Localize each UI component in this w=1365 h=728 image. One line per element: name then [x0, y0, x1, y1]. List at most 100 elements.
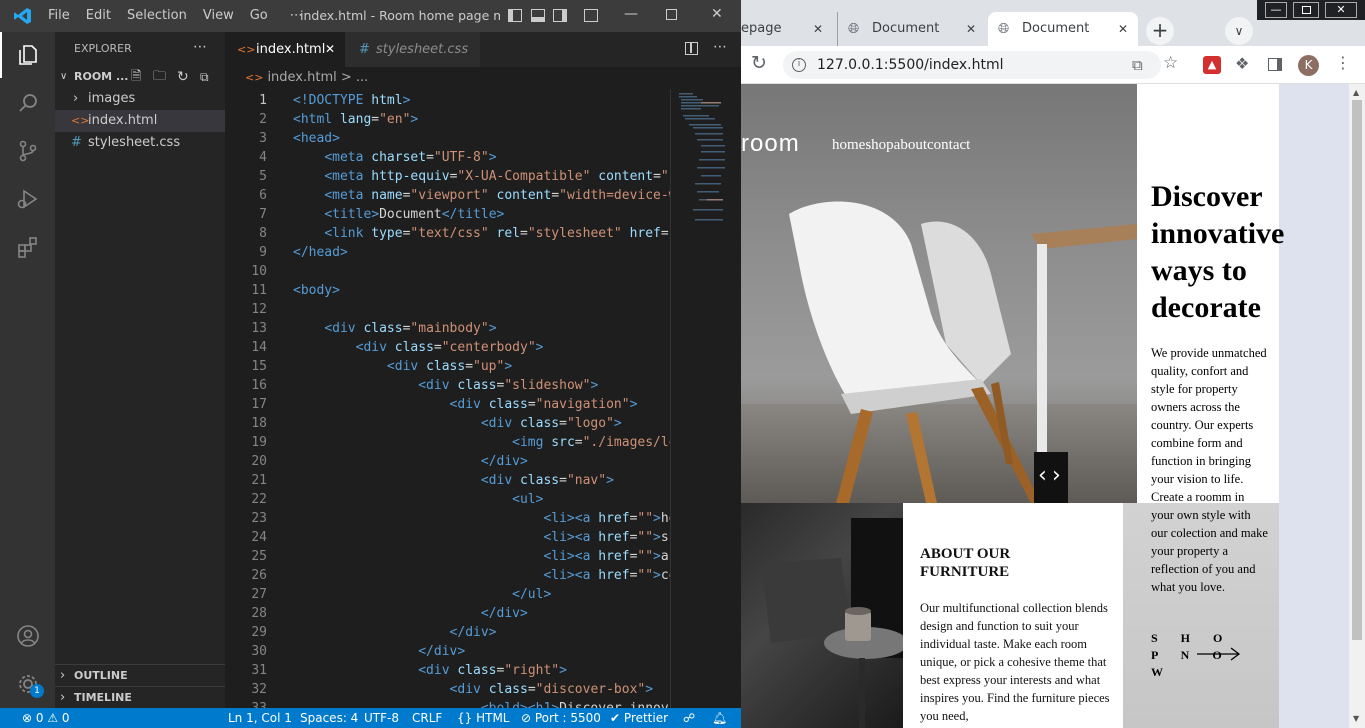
reload-icon[interactable]: ↻: [751, 52, 767, 74]
code-line[interactable]: <meta http-equiv="X-UA-Compatible" conte…: [293, 167, 670, 186]
code-line[interactable]: <img src="./images/lo: [293, 433, 670, 452]
code-line[interactable]: <!DOCTYPE html>: [293, 91, 410, 110]
new-file-icon[interactable]: 🗎: [131, 66, 141, 88]
live-server-port[interactable]: ⊘ Port : 5500: [521, 711, 601, 725]
extensions-puzzle-icon[interactable]: ❖: [1235, 54, 1249, 73]
code-line[interactable]: <div class="discover-box">: [293, 680, 654, 699]
chrome-tab-3-active[interactable]: 🌐︎ Document ✕: [988, 12, 1138, 46]
menu-selection[interactable]: Selection: [119, 8, 195, 23]
minimize-icon[interactable]: —: [1265, 2, 1287, 18]
nav-shop-link[interactable]: shop: [865, 137, 893, 153]
share-icon[interactable]: ⧉: [1132, 51, 1143, 79]
tree-item-images[interactable]: › images: [55, 88, 225, 110]
nav-home-link[interactable]: home: [832, 137, 865, 153]
notifications-bell-icon[interactable]: 🔔︎: [712, 711, 727, 725]
editor-more-button[interactable]: ⋯: [713, 39, 727, 55]
site-logo[interactable]: room: [741, 130, 800, 158]
chrome-tab-2[interactable]: 🌐︎ Document ✕: [837, 12, 985, 46]
new-folder-icon[interactable]: 🗀: [153, 66, 166, 88]
code-line[interactable]: <div class="slideshow">: [293, 376, 598, 395]
outline-section[interactable]: › OUTLINE: [55, 664, 225, 686]
code-line[interactable]: <div class="nav">: [293, 471, 614, 490]
code-line[interactable]: <div class="mainbody">: [293, 319, 496, 338]
code-line[interactable]: <li><a href="">ab: [293, 547, 670, 566]
close-icon[interactable]: ✕: [711, 6, 723, 22]
tab-close-icon[interactable]: ✕: [1118, 12, 1128, 46]
close-icon[interactable]: ✕: [1325, 2, 1357, 18]
maximize-icon[interactable]: [1293, 2, 1319, 18]
minimize-icon[interactable]: —: [624, 6, 638, 22]
code-line[interactable]: </head>: [293, 243, 348, 262]
scrollbar-thumb[interactable]: [1352, 100, 1362, 640]
timeline-section[interactable]: › TIMELINE: [55, 686, 225, 708]
code-line[interactable]: <div class="logo">: [293, 414, 622, 433]
code-line[interactable]: <div class="up">: [293, 357, 512, 376]
code-line[interactable]: <div class="right">: [293, 661, 567, 680]
customize-layout-icon[interactable]: [584, 9, 598, 22]
tab-search-icon[interactable]: ∨: [1225, 17, 1253, 45]
toggle-panel-icon[interactable]: [531, 9, 545, 22]
language-mode[interactable]: {} HTML: [457, 711, 509, 725]
code-line[interactable]: <meta name="viewport" content="width=dev…: [293, 186, 670, 205]
side-panel-icon[interactable]: [1268, 58, 1282, 71]
minimap[interactable]: [670, 89, 730, 709]
run-debug-icon[interactable]: [14, 185, 42, 213]
feedback-icon[interactable]: ☍: [683, 711, 695, 725]
line-endings[interactable]: CRLF: [412, 711, 442, 725]
profile-avatar[interactable]: K: [1298, 55, 1319, 76]
code-line[interactable]: </div>: [293, 623, 497, 642]
code-line[interactable]: <div class="centerbody">: [293, 338, 544, 357]
tab-index-html[interactable]: <> index.html ✕: [225, 32, 345, 67]
code-line[interactable]: <head>: [293, 129, 340, 148]
tab-close-icon[interactable]: ✕: [325, 32, 335, 67]
extensions-icon[interactable]: [14, 233, 42, 261]
bookmark-star-icon[interactable]: ☆: [1163, 53, 1178, 73]
problems-indicator[interactable]: ⊗ 0 ⚠ 0: [22, 711, 70, 725]
scroll-down-icon[interactable]: ▼: [1353, 714, 1359, 723]
code-line[interactable]: <meta charset="UTF-8">: [293, 148, 496, 167]
explorer-icon[interactable]: [14, 41, 42, 69]
code-line[interactable]: </div>: [293, 642, 465, 661]
code-line[interactable]: <li><a href="">co: [293, 566, 670, 585]
menu-go[interactable]: Go: [242, 8, 276, 23]
tab-close-icon[interactable]: ✕: [813, 12, 823, 46]
menu-edit[interactable]: Edit: [78, 8, 119, 23]
refresh-icon[interactable]: ↻: [177, 66, 189, 88]
slide-next-icon[interactable]: ›: [1052, 464, 1061, 488]
tree-item-stylesheet[interactable]: # stylesheet.css: [55, 132, 225, 154]
code-line[interactable]: <html lang="en">: [293, 110, 418, 129]
toggle-secondary-sidebar-icon[interactable]: [553, 9, 567, 22]
menu-file[interactable]: File: [40, 8, 78, 23]
split-editor-icon[interactable]: [685, 42, 698, 55]
account-icon[interactable]: [14, 622, 42, 650]
new-tab-button[interactable]: +: [1146, 17, 1174, 45]
tree-item-index-html[interactable]: <> index.html: [55, 110, 225, 132]
project-folder-row[interactable]: ∨ ROOM ... 🗎 🗀 ↻ ⧉: [55, 66, 225, 88]
address-bar[interactable]: i 127.0.0.1:5500/index.html ⧉: [783, 51, 1161, 79]
tab-stylesheet-css[interactable]: # stylesheet.css: [345, 32, 480, 67]
source-control-icon[interactable]: [14, 137, 42, 165]
pdf-extension-icon[interactable]: ▲: [1203, 56, 1221, 74]
explorer-more-button[interactable]: ⋯: [193, 39, 207, 55]
chrome-tab-1[interactable]: epage ✕: [741, 12, 833, 46]
tab-close-icon[interactable]: ✕: [966, 12, 976, 46]
chrome-menu-icon[interactable]: ⋮: [1335, 53, 1351, 72]
code-line[interactable]: <body>: [293, 281, 340, 300]
code-editor[interactable]: 1 <!DOCTYPE html> 2 <html lang="en"> 3 <head>…: [225, 89, 670, 709]
collapse-all-icon[interactable]: ⧉: [200, 66, 209, 88]
code-line[interactable]: <li><a href="">ho: [293, 509, 670, 528]
toggle-sidebar-icon[interactable]: [508, 9, 522, 22]
cursor-position[interactable]: Ln 1, Col 1: [228, 711, 292, 725]
nav-about-link[interactable]: about: [894, 137, 927, 153]
breadcrumb[interactable]: <> index.html > ...: [225, 67, 741, 89]
menu-view[interactable]: View: [195, 8, 242, 23]
nav-contact-link[interactable]: contact: [927, 137, 970, 153]
code-line[interactable]: </ul>: [293, 585, 551, 604]
code-line[interactable]: <link type="text/css" rel="stylesheet" h…: [293, 224, 670, 243]
code-line[interactable]: <li><a href="">sh: [293, 528, 670, 547]
prettier-status[interactable]: ✔ Prettier: [610, 711, 668, 725]
code-line[interactable]: <div class="navigation">: [293, 395, 638, 414]
search-icon[interactable]: [14, 89, 42, 117]
encoding[interactable]: UTF-8: [364, 711, 399, 725]
maximize-icon[interactable]: [666, 9, 677, 20]
